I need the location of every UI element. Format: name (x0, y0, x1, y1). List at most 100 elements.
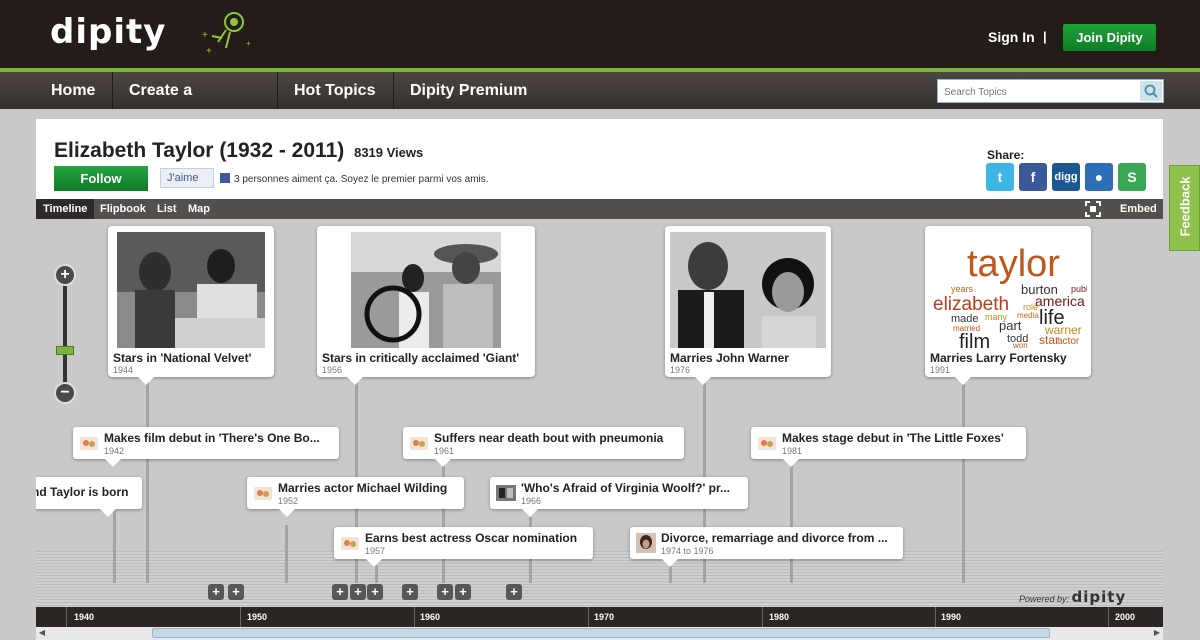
scroll-left-arrow-icon[interactable]: ◀ (37, 628, 47, 638)
event-card-small[interactable]: Marries actor Michael Wilding 1952 (247, 477, 464, 517)
zoom-out-button[interactable]: − (54, 382, 76, 404)
event-card[interactable]: Stars in critically acclaimed 'Giant' 19… (317, 226, 535, 385)
facebook-like-text: 3 personnes aiment ça. Soyez le premier … (220, 173, 489, 185)
sign-in-link[interactable]: Sign In (988, 29, 1035, 45)
card-pointer (695, 377, 711, 385)
timeline-header-panel: Elizabeth Taylor (1932 - 2011) 8319 View… (36, 119, 1163, 199)
event-title: nd Taylor is born (36, 485, 129, 499)
axis-tick (762, 607, 763, 627)
event-stem (790, 465, 793, 583)
fullscreen-icon[interactable] (1085, 201, 1101, 217)
scroll-right-arrow-icon[interactable]: ▶ (1152, 628, 1162, 638)
axis-year-label: 1960 (420, 612, 441, 622)
event-photo-thumbnail-icon (496, 485, 516, 501)
card-pointer (279, 509, 295, 517)
event-stem (962, 379, 965, 583)
expand-events-button[interactable]: + (350, 584, 366, 600)
event-title: Makes film debut in 'There's One Bo... (104, 431, 320, 445)
page-title: Elizabeth Taylor (1932 - 2011) 8319 View… (54, 139, 423, 163)
dipity-logo[interactable]: dipity (50, 12, 166, 52)
event-year: 1974 to 1976 (661, 546, 714, 556)
expand-events-button[interactable]: + (367, 584, 383, 600)
card-pointer (100, 509, 116, 517)
facebook-like-button[interactable]: J'aime (160, 168, 214, 188)
expand-events-button[interactable]: + (437, 584, 453, 600)
zoom-track[interactable] (63, 274, 67, 394)
join-dipity-button[interactable]: Join Dipity (1063, 24, 1156, 51)
timeline-scrollbar[interactable]: ◀ ▶ (36, 627, 1163, 640)
axis-tick (240, 607, 241, 627)
zoom-in-button[interactable]: + (54, 264, 76, 286)
follow-button[interactable]: Follow (54, 166, 148, 191)
timeline-title: Elizabeth Taylor (1932 - 2011) (54, 139, 345, 162)
zoom-slider-handle[interactable] (56, 346, 74, 355)
tab-flipbook[interactable]: Flipbook (93, 199, 153, 219)
search-button[interactable] (1140, 81, 1162, 101)
event-photo (351, 232, 501, 348)
event-year: 1952 (278, 496, 299, 506)
feedback-label: Feedback (1177, 176, 1193, 237)
nav-home[interactable]: Home (35, 72, 113, 109)
event-card[interactable]: taylor years burton america elizabeth ro… (925, 226, 1091, 385)
event-card[interactable]: Marries John Warner 1976 (665, 226, 831, 385)
nav-create-timeline[interactable]: Create a Timeline (113, 72, 278, 136)
card-pointer (662, 559, 678, 567)
event-card-small[interactable]: Makes film debut in 'There's One Bo... 1… (73, 427, 339, 467)
expand-events-button[interactable]: + (402, 584, 418, 600)
event-year: 1981 (782, 446, 803, 456)
zoom-control: + − (54, 264, 76, 404)
myspace-icon[interactable]: ● (1085, 163, 1113, 191)
embed-link[interactable]: Embed (1120, 199, 1157, 219)
event-year: 1944 (113, 365, 134, 375)
event-thumbnail-icon (80, 437, 98, 450)
timeline-stage: + − Stars in 'National Velvet' 1944 Star… (36, 219, 1163, 607)
like-label: J'aime (167, 172, 199, 184)
event-card-small[interactable]: Earns best actress Oscar nomination 1957 (334, 527, 593, 567)
nav-dipity-premium[interactable]: Dipity Premium (394, 72, 544, 109)
word-cloud-word: actor (1057, 336, 1080, 347)
card-pointer (955, 377, 971, 385)
axis-year-label: 1950 (247, 612, 268, 622)
axis-tick (66, 607, 67, 627)
event-year: 1966 (521, 496, 542, 506)
event-card-small[interactable]: 'Who's Afraid of Virginia Woolf?' pr... … (490, 477, 748, 517)
expand-events-button[interactable]: + (332, 584, 348, 600)
event-year: 1976 (670, 365, 691, 375)
share-label: Share: (987, 148, 1025, 162)
expand-events-button[interactable]: + (228, 584, 244, 600)
word-cloud-word: star (1039, 333, 1059, 347)
tab-timeline[interactable]: Timeline (36, 199, 95, 219)
powered-by-dipity[interactable]: Powered by: dipity (1019, 588, 1126, 606)
expand-events-button[interactable]: + (506, 584, 522, 600)
event-thumbnail-icon (254, 487, 272, 500)
event-card-small[interactable]: Makes stage debut in 'The Little Foxes' … (751, 427, 1026, 467)
svg-text:+: + (246, 39, 251, 48)
facebook-icon[interactable]: f (1019, 163, 1047, 191)
tab-list[interactable]: List (150, 199, 184, 219)
event-card[interactable]: Stars in 'National Velvet' 1944 (108, 226, 274, 385)
card-pointer (138, 377, 154, 385)
word-cloud-word: taylor (967, 243, 1060, 285)
event-card-small[interactable]: Divorce, remarriage and divorce from ...… (630, 527, 903, 567)
search-input[interactable] (942, 82, 1136, 102)
digg-icon[interactable]: digg (1052, 163, 1080, 191)
stumbleupon-icon[interactable]: S (1118, 163, 1146, 191)
tab-map[interactable]: Map (181, 199, 217, 219)
scrollbar-thumb[interactable] (152, 628, 1050, 638)
event-year: 1956 (322, 365, 343, 375)
powered-by-label: Powered by: (1019, 594, 1070, 604)
expand-events-button[interactable]: + (208, 584, 224, 600)
view-tabs: Timeline Flipbook List Map (36, 199, 1163, 219)
event-photo (117, 232, 265, 348)
like-count-text: 3 personnes aiment ça. Soyez le premier … (234, 174, 489, 185)
astronaut-mascot-icon: + + + (202, 12, 251, 57)
timeline-axis: 1940 1950 1960 1970 1980 1990 2000 (36, 607, 1163, 627)
event-card-small[interactable]: Suffers near death bout with pneumonia 1… (403, 427, 684, 467)
nav-hot-topics[interactable]: Hot Topics (278, 72, 394, 109)
event-card-small[interactable]: nd Taylor is born (36, 477, 142, 517)
twitter-icon[interactable]: t (986, 163, 1014, 191)
feedback-tab[interactable]: Feedback (1169, 165, 1200, 251)
expand-events-button[interactable]: + (455, 584, 471, 600)
top-header: dipity + + + Sign In | Join Dipity (0, 0, 1200, 68)
axis-year-label: 1970 (594, 612, 615, 622)
